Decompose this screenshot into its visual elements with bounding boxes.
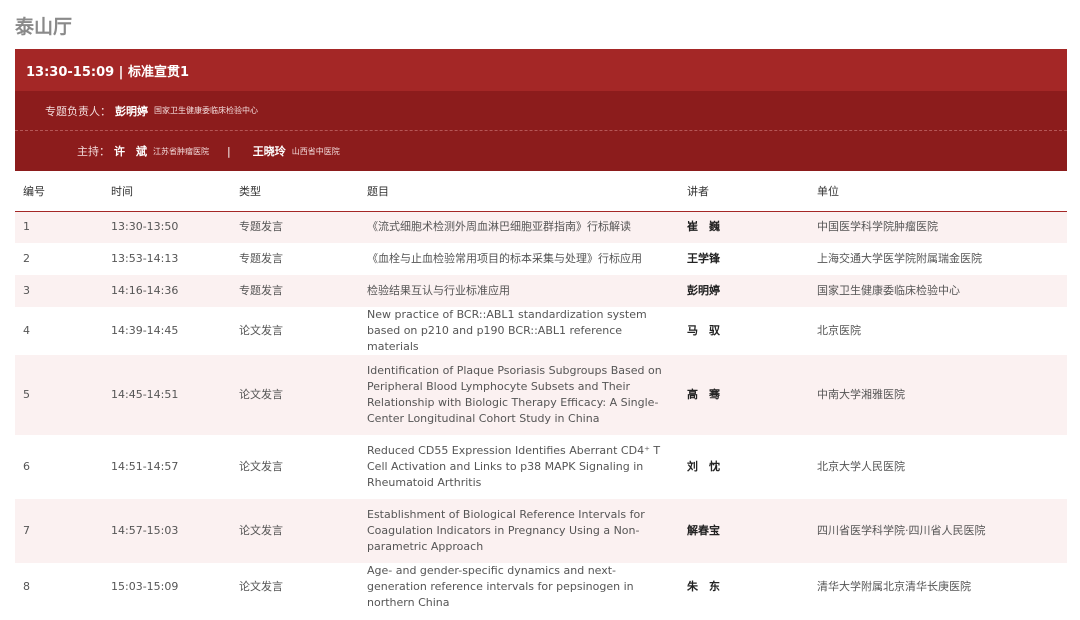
- table-row: 2 13:53-14:13 专题发言 《血栓与止血检验常用项目的标本采集与处理》…: [15, 243, 1067, 275]
- row-type: 专题发言: [239, 284, 283, 297]
- row-no: 7: [23, 524, 30, 537]
- row-speaker: 高 骞: [687, 388, 720, 401]
- row-no: 6: [23, 460, 30, 473]
- row-speaker: 王学锋: [687, 252, 720, 265]
- table-row: 5 14:45-14:51 论文发言 Identification of Pla…: [15, 355, 1067, 435]
- row-unit: 清华大学附属北京清华长庚医院: [817, 580, 971, 593]
- session-block: 13:30-15:09 | 标准宣贯1 专题负责人： 彭明婷 国家卫生健康委临床…: [15, 49, 1067, 611]
- lead-org: 国家卫生健康委临床检验中心: [154, 106, 258, 115]
- session-chairs-row: 主持： 许 斌 江苏省肿瘤医院 | 王晓玲 山西省中医院: [15, 131, 1067, 171]
- row-type: 专题发言: [239, 220, 283, 234]
- column-header-no: 编号: [15, 171, 103, 212]
- row-speaker: 刘 忱: [687, 460, 720, 473]
- row-time: 14:16-14:36: [111, 284, 179, 297]
- row-unit: 北京医院: [817, 324, 861, 337]
- session-header: 13:30-15:09 | 标准宣贯1: [15, 49, 1067, 91]
- row-title: Establishment of Biological Reference In…: [367, 508, 645, 553]
- row-type: 论文发言: [239, 580, 283, 593]
- chairs-label: 主持：: [77, 145, 110, 158]
- row-unit: 北京大学人民医院: [817, 460, 905, 473]
- chair-name: 许 斌: [114, 145, 147, 158]
- column-header-title: 题目: [359, 171, 679, 212]
- row-unit: 国家卫生健康委临床检验中心: [817, 284, 960, 297]
- row-speaker: 解春宝: [687, 524, 720, 537]
- row-type: 论文发言: [239, 524, 283, 537]
- row-title: 《血栓与止血检验常用项目的标本采集与处理》行标应用: [367, 252, 642, 265]
- chair-name: 王晓玲: [252, 145, 286, 158]
- row-title: Reduced CD55 Expression Identifies Aberr…: [367, 444, 661, 489]
- table-row: 4 14:39-14:45 论文发言 New practice of BCR::…: [15, 307, 1067, 355]
- column-header-speaker: 讲者: [679, 171, 809, 212]
- chairs-separator: |: [227, 144, 231, 158]
- row-time: 13:30-13:50: [111, 220, 179, 234]
- table-row: 7 14:57-15:03 论文发言 Establishment of Biol…: [15, 499, 1067, 563]
- row-no: 2: [23, 252, 30, 265]
- row-speaker: 崔 巍: [687, 220, 720, 234]
- row-title: 《流式细胞术检测外周血淋巴细胞亚群指南》行标解读: [367, 220, 631, 234]
- hall-title: 泰山厅: [15, 16, 73, 38]
- row-no: 1: [23, 220, 30, 234]
- row-no: 8: [23, 580, 30, 593]
- row-speaker: 朱 东: [687, 580, 720, 593]
- chair-org: 江苏省肿瘤医院: [153, 146, 209, 156]
- row-time: 14:51-14:57: [111, 460, 179, 473]
- row-title: Age- and gender-specific dynamics and ne…: [367, 564, 634, 609]
- row-type: 论文发言: [239, 460, 283, 473]
- row-type: 论文发言: [239, 388, 283, 401]
- row-no: 3: [23, 284, 30, 297]
- row-title: New practice of BCR::ABL1 standardizatio…: [367, 308, 647, 353]
- row-time: 13:53-14:13: [111, 252, 179, 265]
- table-row: 8 15:03-15:09 论文发言 Age- and gender-speci…: [15, 563, 1067, 611]
- row-no: 5: [23, 388, 30, 401]
- column-header-type: 类型: [231, 171, 359, 212]
- row-time: 14:39-14:45: [111, 324, 179, 337]
- session-meta: 专题负责人： 彭明婷 国家卫生健康委临床检验中心 主持： 许 斌 江苏省肿瘤医院…: [15, 91, 1067, 171]
- schedule-table: 编号 时间 类型 题目 讲者 单位 1 13:30-13:50 专题发言 《流式…: [15, 171, 1067, 611]
- row-unit: 中国医学科学院肿瘤医院: [817, 220, 938, 234]
- row-unit: 四川省医学科学院·四川省人民医院: [817, 524, 986, 537]
- row-title: Identification of Plaque Psoriasis Subgr…: [367, 364, 662, 425]
- table-row: 3 14:16-14:36 专题发言 检验结果互认与行业标准应用 彭明婷 国家卫…: [15, 275, 1067, 307]
- table-row: 6 14:51-14:57 论文发言 Reduced CD55 Expressi…: [15, 435, 1067, 499]
- row-speaker: 马 驭: [687, 324, 720, 337]
- row-no: 4: [23, 324, 30, 337]
- table-row: 1 13:30-13:50 专题发言 《流式细胞术检测外周血淋巴细胞亚群指南》行…: [15, 211, 1067, 243]
- session-lead-row: 专题负责人： 彭明婷 国家卫生健康委临床检验中心: [15, 91, 1067, 131]
- column-header-unit: 单位: [809, 171, 1067, 212]
- column-header-time: 时间: [103, 171, 231, 212]
- row-time: 14:57-15:03: [111, 524, 179, 537]
- row-unit: 中南大学湘雅医院: [817, 388, 905, 401]
- chair-org: 山西省中医院: [291, 146, 340, 156]
- lead-name: 彭明婷: [115, 104, 148, 118]
- row-speaker: 彭明婷: [687, 284, 720, 297]
- row-time: 14:45-14:51: [111, 388, 179, 401]
- row-title: 检验结果互认与行业标准应用: [367, 284, 510, 297]
- row-unit: 上海交通大学医学院附属瑞金医院: [817, 252, 982, 265]
- row-type: 专题发言: [239, 252, 283, 265]
- row-time: 15:03-15:09: [111, 580, 179, 593]
- row-type: 论文发言: [239, 324, 283, 337]
- table-header-row: 编号 时间 类型 题目 讲者 单位: [15, 171, 1067, 212]
- lead-label: 专题负责人：: [45, 104, 111, 118]
